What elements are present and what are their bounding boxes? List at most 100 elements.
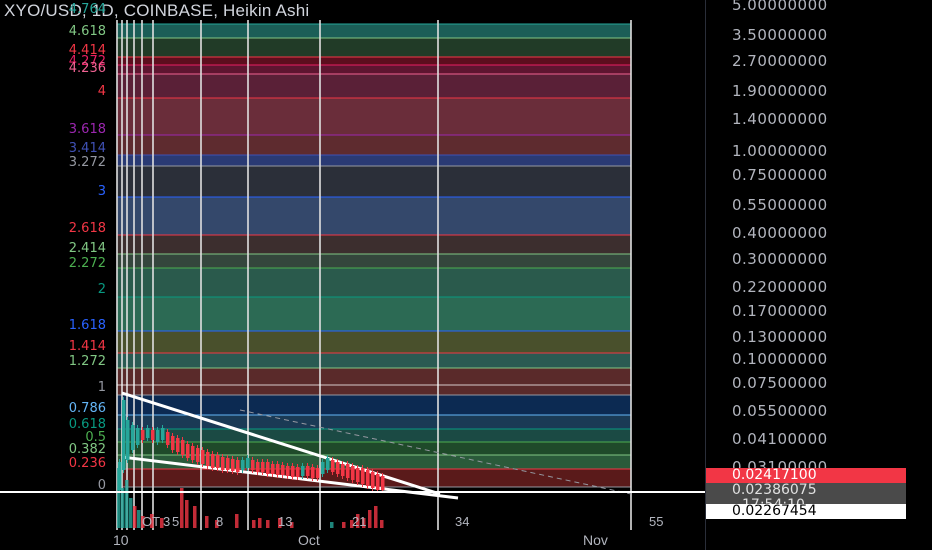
- candle-body: [251, 460, 255, 470]
- fib-band: [117, 135, 631, 155]
- candle-body: [306, 466, 310, 476]
- second-price-tag: 0.02386075: [706, 483, 906, 498]
- price-scale[interactable]: 5.00000000 3.50000000 2.70000000 1.90000000…: [705, 0, 932, 550]
- candle-body: [246, 458, 250, 468]
- fib-band: [117, 429, 631, 442]
- fib-band: [117, 24, 631, 38]
- candle-body: [161, 428, 165, 440]
- crosshair-price-tag: 0.02267454: [706, 504, 906, 519]
- volume-bar: [235, 514, 239, 528]
- candle-body: [191, 446, 195, 460]
- volume-bar: [129, 498, 133, 528]
- candle-body: [176, 438, 180, 452]
- price-label: 2.70000000: [732, 52, 828, 70]
- candle-body: [266, 462, 270, 474]
- time-zone-label: OT: [142, 514, 161, 529]
- volume-bar: [252, 520, 256, 528]
- candle-body: [226, 458, 230, 470]
- price-label: 0.30000000: [732, 250, 828, 268]
- time-label-oct: Oct: [298, 532, 320, 548]
- time-zone-label: 21: [352, 514, 367, 529]
- price-label: 0.55000000: [732, 196, 828, 214]
- time-label-10: 10: [113, 532, 129, 548]
- price-label: 0.75000000: [732, 166, 828, 184]
- price-label: 0.04100000: [732, 430, 828, 448]
- fib-level-label: 3.618: [68, 122, 106, 137]
- fib-band: [117, 395, 631, 415]
- price-label: 0.05500000: [732, 402, 828, 420]
- candle-body: [311, 467, 315, 478]
- fib-band: [117, 353, 631, 368]
- volume-bar: [205, 516, 209, 528]
- candle-body: [381, 476, 385, 490]
- candle-body: [296, 467, 300, 477]
- fib-level-label: 3.272: [68, 155, 106, 170]
- candle-body: [156, 430, 160, 442]
- candle-body: [131, 425, 135, 450]
- fib-level-label: 1.414: [68, 339, 106, 354]
- fib-level-label: 0.382: [68, 442, 106, 457]
- volume-bar: [342, 522, 346, 528]
- candle-body: [181, 440, 185, 455]
- price-label: 0.22000000: [732, 278, 828, 296]
- volume-bar: [185, 500, 189, 528]
- candle-body: [141, 430, 145, 440]
- candle-body: [301, 466, 305, 476]
- candle-body: [136, 428, 140, 445]
- price-label: 1.00000000: [732, 142, 828, 160]
- price-label: 0.13000000: [732, 328, 828, 346]
- candle-body: [211, 454, 215, 468]
- volume-bar: [125, 480, 129, 528]
- candle-body: [331, 460, 335, 472]
- time-zone-label: 5: [172, 514, 180, 529]
- candle-body: [151, 430, 155, 440]
- fib-level-label: 2.414: [68, 241, 106, 256]
- price-label: 0.07500000: [732, 374, 828, 392]
- fib-level-label: 1.618: [68, 318, 106, 333]
- candle-body: [216, 455, 220, 468]
- fib-band: [117, 98, 631, 135]
- time-zone-label: 55: [649, 514, 664, 529]
- candle-body: [186, 444, 190, 458]
- price-label: 0.17000000: [732, 302, 828, 320]
- fib-level-label: 2.272: [68, 256, 106, 271]
- fib-band: [117, 65, 631, 74]
- candle-body: [316, 468, 320, 478]
- fib-band: [117, 235, 631, 254]
- fib-band: [117, 197, 631, 235]
- volume-bar: [193, 506, 197, 528]
- fib-band: [117, 297, 631, 331]
- candle-body: [231, 459, 235, 471]
- price-label: 0.10000000: [732, 350, 828, 368]
- candle-body: [256, 462, 260, 472]
- fib-band: [117, 74, 631, 98]
- fib-band: [117, 57, 631, 65]
- fib-level-label: 3: [97, 184, 106, 199]
- volume-bar: [258, 518, 262, 528]
- fib-level-label: 3.414: [68, 141, 106, 156]
- price-label: 3.50000000: [732, 26, 828, 44]
- candle-body: [286, 466, 290, 476]
- fib-level-label: 4.236: [68, 61, 106, 76]
- volume-bar: [117, 468, 121, 528]
- candle-body: [371, 472, 375, 488]
- time-zone-label: 8: [216, 514, 224, 529]
- fib-band: [117, 368, 631, 395]
- candle-body: [276, 464, 280, 475]
- time-zone-label: 34: [455, 514, 470, 529]
- fib-band: [117, 268, 631, 297]
- last-price-tag: 0.02417100: [706, 468, 906, 483]
- candle-body: [326, 458, 330, 470]
- candle-body: [196, 448, 200, 462]
- fib-band: [117, 254, 631, 268]
- price-label: 0.40000000: [732, 224, 828, 242]
- candle-body: [221, 457, 225, 470]
- fib-level-label: 2.618: [68, 221, 106, 236]
- candle-body: [351, 466, 355, 480]
- candle-body: [122, 400, 126, 470]
- candle-body: [241, 460, 245, 470]
- fib-band: [117, 166, 631, 197]
- fib-level-label: 1.272: [68, 354, 106, 369]
- volume-bar: [380, 520, 384, 528]
- time-label-nov: Nov: [583, 532, 608, 548]
